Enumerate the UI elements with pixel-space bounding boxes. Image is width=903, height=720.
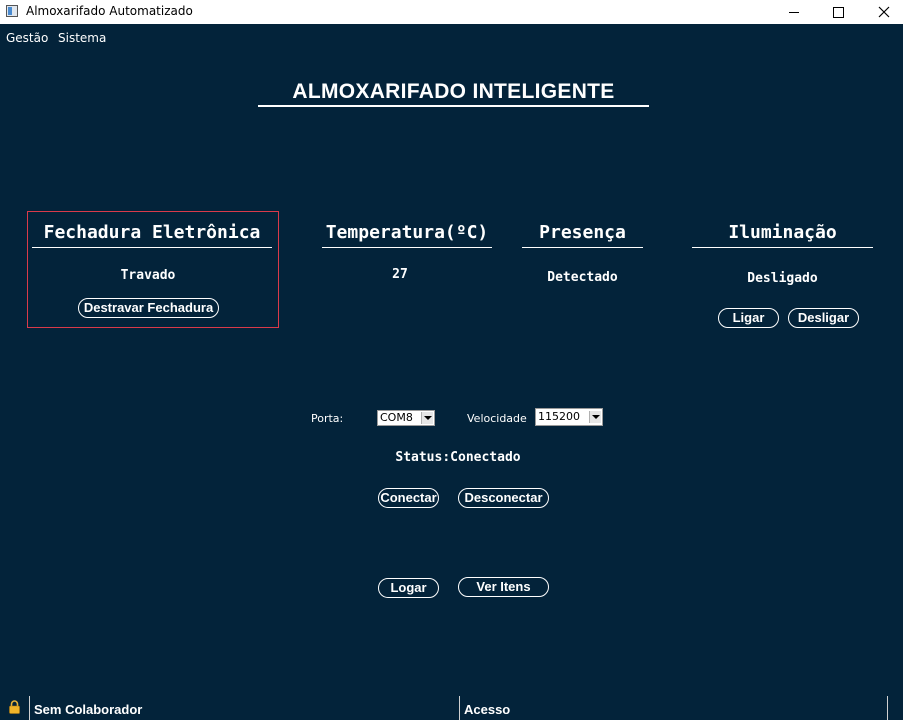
- presence-panel-underline: [522, 247, 643, 248]
- presence-value: Detectado: [547, 270, 618, 285]
- status-separator: [887, 696, 888, 720]
- status-user: Sem Colaborador: [34, 702, 143, 717]
- close-button[interactable]: [861, 0, 903, 24]
- connect-button[interactable]: Conectar: [378, 488, 439, 508]
- chevron-down-icon: [421, 412, 433, 424]
- window-title: Almoxarifado Automatizado: [26, 4, 193, 18]
- lighting-status: Desligado: [747, 271, 818, 286]
- minimize-button[interactable]: [771, 0, 817, 24]
- app-icon: [6, 5, 18, 17]
- light-on-button[interactable]: Ligar: [718, 308, 779, 328]
- maximize-button[interactable]: [815, 0, 861, 24]
- login-button[interactable]: Logar: [378, 578, 439, 598]
- unlock-button[interactable]: Destravar Fechadura: [78, 298, 219, 318]
- lock-panel-title: Fechadura Eletrônica: [43, 222, 261, 243]
- lighting-panel-title: Iluminação: [728, 222, 837, 243]
- speed-select-value: 115200: [538, 410, 580, 423]
- port-select-value: COM8: [380, 411, 413, 424]
- lock-icon: [9, 700, 20, 714]
- menu-item-gestao[interactable]: Gestão: [6, 31, 48, 45]
- lock-panel-underline: [32, 247, 272, 248]
- speed-label: Velocidade: [467, 412, 527, 425]
- connection-status: Status:Conectado: [395, 450, 521, 465]
- temperature-value: 27: [392, 267, 408, 282]
- temperature-panel-underline: [322, 247, 492, 248]
- temperature-panel-title: Temperatura(ºC): [325, 222, 489, 243]
- status-bar: Sem Colaborador Acesso: [0, 694, 903, 720]
- page-title: ALMOXARIFADO INTELIGENTE: [292, 80, 615, 103]
- maximize-icon: [832, 6, 844, 18]
- lock-status: Travado: [120, 268, 176, 283]
- speed-select[interactable]: 115200: [535, 408, 603, 426]
- view-items-button[interactable]: Ver Itens: [458, 577, 549, 597]
- lighting-panel-underline: [692, 247, 873, 248]
- light-off-button[interactable]: Desligar: [788, 308, 859, 328]
- port-label: Porta:: [311, 412, 344, 425]
- presence-panel-title: Presença: [539, 222, 626, 243]
- status-separator: [29, 696, 30, 720]
- window-titlebar: Almoxarifado Automatizado: [0, 0, 903, 24]
- status-separator: [459, 696, 460, 720]
- menu-item-sistema[interactable]: Sistema: [58, 31, 106, 45]
- disconnect-button[interactable]: Desconectar: [458, 488, 549, 508]
- port-select[interactable]: COM8: [377, 410, 435, 426]
- title-underline: [258, 105, 649, 107]
- minimize-icon: [789, 11, 799, 13]
- status-access: Acesso: [464, 702, 511, 717]
- close-icon: [878, 6, 890, 18]
- chevron-down-icon: [589, 411, 601, 423]
- menu-bar: Gestão Sistema: [0, 26, 903, 48]
